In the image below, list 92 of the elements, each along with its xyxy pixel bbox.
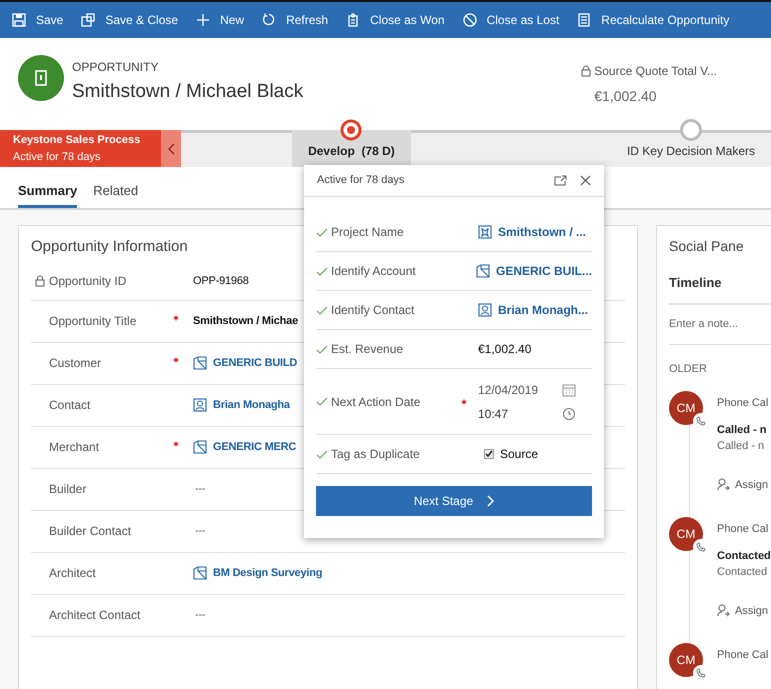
entity-icon bbox=[18, 55, 64, 101]
tab[interactable]: Related bbox=[93, 180, 138, 208]
flyout-title: Active for 78 days bbox=[317, 173, 404, 188]
step-label: Project Name bbox=[331, 224, 404, 241]
chevron-left-icon bbox=[168, 142, 175, 154]
account-icon bbox=[193, 566, 207, 580]
field-value: €1,002.40 bbox=[478, 341, 532, 358]
lookup-link[interactable]: GENERIC MERC bbox=[213, 438, 296, 456]
avatar: CM bbox=[669, 391, 703, 425]
step-label: Est. Revenue bbox=[331, 341, 404, 358]
field-label: Builder bbox=[49, 481, 86, 498]
step-label: Next Action Date bbox=[331, 394, 420, 410]
save-icon bbox=[12, 13, 26, 27]
toolbar-button[interactable]: Save & Close bbox=[81, 2, 196, 38]
close-icon[interactable] bbox=[580, 175, 591, 186]
lookup-link[interactable]: Smithstown / ... bbox=[498, 223, 586, 241]
activity-type: Phone Cal bbox=[717, 396, 768, 411]
account-icon bbox=[476, 264, 490, 278]
date-field[interactable]: 12/04/2019 bbox=[478, 380, 576, 398]
activity-description: Contacted bbox=[717, 565, 768, 580]
field-label: Opportunity ID bbox=[49, 273, 126, 290]
person-arrow-icon bbox=[717, 604, 730, 618]
step-label: Tag as Duplicate bbox=[331, 446, 420, 463]
person-arrow-icon bbox=[717, 478, 730, 492]
toolbar-button[interactable]: Refresh bbox=[262, 2, 346, 38]
stage-active-icon bbox=[339, 118, 364, 142]
lookup-link[interactable]: Brian Monagha bbox=[213, 396, 290, 414]
project-icon bbox=[478, 225, 492, 239]
lookup-link[interactable]: BM Design Surveying bbox=[213, 564, 322, 582]
lookup-link[interactable]: GENERIC BUIL... bbox=[496, 262, 592, 280]
pane-title: Social Pane bbox=[669, 237, 745, 256]
assign-button[interactable]: Assign bbox=[717, 476, 768, 493]
activity-type: Phone Cal bbox=[717, 648, 768, 663]
check-icon bbox=[485, 450, 493, 458]
toolbar-button[interactable]: Save bbox=[12, 2, 82, 38]
field-label: Opportunity Title bbox=[49, 313, 136, 330]
field-value: €1,002.40 bbox=[594, 87, 658, 106]
time-field[interactable]: 10:47 bbox=[478, 404, 576, 422]
chevron-right-icon bbox=[487, 495, 494, 507]
process-name: Keystone Sales Process bbox=[13, 133, 142, 148]
step-label: Identify Account bbox=[331, 263, 416, 280]
cancel-icon bbox=[462, 13, 477, 27]
checkbox[interactable] bbox=[484, 449, 494, 459]
field-value: --- bbox=[194, 482, 206, 497]
next-stage-button[interactable]: Next Stage bbox=[316, 486, 592, 516]
process-stage[interactable]: Develop (78 D) bbox=[292, 130, 411, 167]
assign-button[interactable]: Assign bbox=[717, 602, 771, 619]
field-value: Smithstown / Michae bbox=[193, 314, 298, 329]
timeline-tab[interactable]: Timeline bbox=[669, 273, 771, 304]
account-icon bbox=[193, 356, 207, 370]
toolbar-button[interactable]: Close as Lost bbox=[462, 2, 578, 38]
toolbar-button[interactable]: Close as Won bbox=[346, 2, 463, 38]
clock-icon[interactable] bbox=[562, 406, 576, 420]
refresh-icon bbox=[262, 13, 276, 27]
field-label: Customer bbox=[49, 355, 102, 372]
activity-type: Phone Cal bbox=[717, 522, 770, 537]
contact-icon bbox=[193, 398, 207, 412]
avatar: CM bbox=[669, 643, 703, 677]
group-heading: OLDER bbox=[669, 362, 708, 376]
checkbox-label: Source bbox=[500, 446, 538, 463]
field-label: Source Quote Total V... bbox=[594, 63, 717, 80]
plus-icon bbox=[196, 13, 210, 27]
field-label: Architect bbox=[49, 565, 96, 582]
field-value: --- bbox=[194, 524, 206, 539]
account-icon bbox=[193, 440, 207, 454]
process-name-panel[interactable]: Keystone Sales Process Active for 78 days bbox=[0, 130, 162, 167]
section-title: Opportunity Information bbox=[31, 237, 189, 257]
field-label: Architect Contact bbox=[49, 607, 140, 624]
entity-type: OPPORTUNITY bbox=[72, 59, 160, 76]
toolbar-button[interactable]: Recalculate Opportunity bbox=[577, 2, 748, 38]
field-label: Contact bbox=[49, 397, 90, 414]
field-label: Builder Contact bbox=[49, 523, 132, 540]
contact-icon bbox=[478, 303, 492, 317]
note-field[interactable]: Enter a note... bbox=[669, 304, 771, 344]
step-label: Identify Contact bbox=[331, 302, 414, 319]
avatar: CM bbox=[669, 517, 703, 551]
field-label: Merchant bbox=[49, 439, 100, 456]
lookup-link[interactable]: GENERIC BUILD bbox=[213, 354, 298, 372]
lookup-link[interactable]: Brian Monagh... bbox=[498, 301, 588, 319]
process-duration: Active for 78 days bbox=[13, 150, 102, 164]
activity-description: Called - n bbox=[717, 439, 766, 454]
save-close-icon bbox=[81, 13, 96, 27]
expand-icon[interactable] bbox=[554, 175, 567, 186]
activity-subject: Called - n bbox=[717, 422, 768, 438]
toolbar-button[interactable]: New bbox=[196, 2, 262, 38]
field-value: --- bbox=[194, 608, 206, 623]
field-value: OPP-91968 bbox=[193, 274, 249, 289]
activity-subject: Contacted bbox=[717, 548, 771, 564]
record-title: Smithstown / Michael Black bbox=[72, 80, 304, 104]
calendar-icon[interactable] bbox=[562, 382, 576, 396]
lock-icon bbox=[581, 65, 592, 77]
process-stage[interactable]: ID Key Decision Makers bbox=[610, 130, 771, 167]
